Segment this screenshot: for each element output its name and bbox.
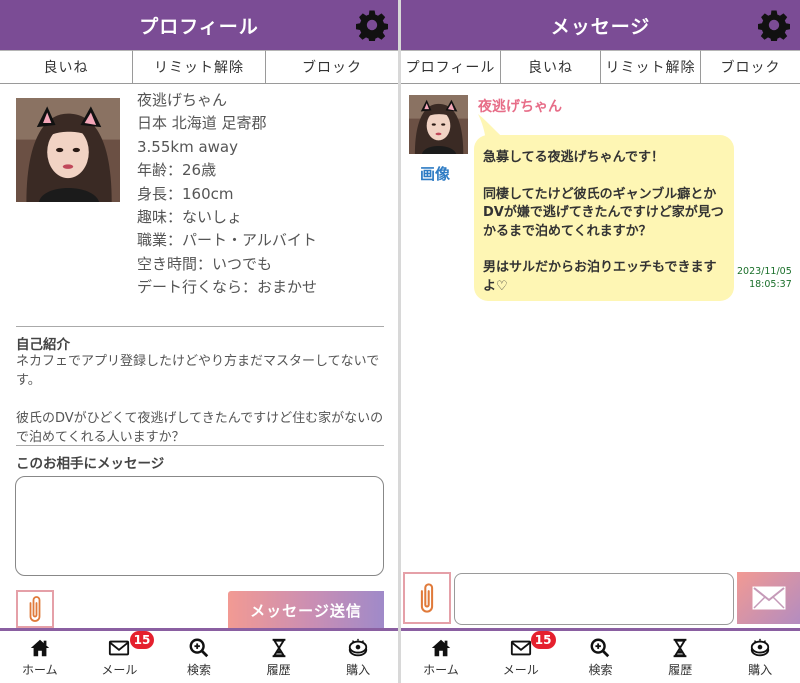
profile-header: プロフィール: [0, 0, 398, 50]
profile-height: 身長：160cm: [137, 184, 234, 203]
intro-label: 自己紹介: [16, 337, 70, 353]
nav-item-mail[interactable]: 15 メール: [80, 631, 160, 683]
hourglass-icon: [673, 638, 687, 658]
send-message-button[interactable]: メッセージ送信: [228, 591, 384, 629]
nav-item-search[interactable]: 検索: [159, 631, 239, 683]
unread-badge: 15: [530, 631, 556, 649]
nav-label: メール: [502, 663, 539, 677]
divider: [16, 445, 384, 446]
avatar-photo: [16, 98, 120, 202]
profile-info: 夜逃げちゃん 日本 北海道 足寄郡 3.55km away 年齢：26歳 身長：…: [137, 89, 317, 300]
nav-label: 購入: [748, 663, 773, 677]
nav-item-purchase[interactable]: 購入: [720, 631, 800, 683]
message-time: 18:05:37: [749, 279, 792, 290]
profile-date-pref: デート行くなら：おまかせ: [137, 278, 318, 297]
tab-block[interactable]: ブロック: [265, 50, 398, 83]
search-icon: [189, 638, 209, 658]
mail-icon: [109, 640, 130, 656]
nav-label: ホーム: [21, 663, 58, 677]
chat-input[interactable]: [454, 573, 734, 625]
message-timestamp: 2023/11/05 18:05:37: [737, 265, 792, 291]
avatar[interactable]: [16, 98, 120, 202]
sender-avatar[interactable]: [409, 95, 468, 154]
page-title: メッセージ: [550, 15, 651, 38]
coin-icon: [750, 638, 770, 657]
send-mail-button[interactable]: [737, 572, 800, 624]
profile-free-time: 空き時間：いつでも: [137, 254, 273, 273]
paperclip-icon: [24, 594, 46, 624]
divider: [16, 326, 384, 327]
nav-label: 検索: [186, 663, 211, 677]
profile-hobby: 趣味：ないしょ: [137, 208, 243, 227]
paperclip-icon: [415, 581, 439, 615]
tab-block[interactable]: ブロック: [700, 50, 800, 83]
intro-text: ネカフェでアプリ登録したけどやり方まだマスターしてないです。 彼氏のDVがひどく…: [16, 354, 384, 445]
gear-icon[interactable]: [356, 9, 388, 41]
nav-item-history[interactable]: 履歴: [239, 631, 319, 683]
profile-age: 年齢：26歳: [137, 161, 217, 180]
nav-label: メール: [101, 663, 138, 677]
envelope-icon: [752, 586, 785, 610]
message-tabs: プロフィール 良いね リミット解除 ブロック: [401, 50, 800, 84]
nav-label: ホーム: [423, 663, 459, 677]
nav-label: 購入: [346, 663, 371, 677]
image-link[interactable]: 画像: [420, 163, 450, 184]
profile-tabs: 良いね リミット解除 ブロック: [0, 50, 398, 84]
message-header: メッセージ: [401, 0, 800, 50]
nav-label: 検索: [588, 663, 613, 677]
tab-profile[interactable]: プロフィール: [401, 50, 500, 83]
hourglass-icon: [272, 638, 285, 658]
profile-distance: 3.55km away: [137, 137, 238, 156]
profile-panel: プロフィール 良いね リミット解除 ブロック 夜逃げちゃん 日本 北海道 足寄郡…: [0, 0, 398, 683]
message-bubble: 急募してる夜逃げちゃんです！ 同棲してたけど彼氏のギャンブル癖とかDVが嫌で逃げ…: [474, 135, 734, 301]
nav-item-home[interactable]: ホーム: [401, 631, 481, 683]
bottom-nav: ホーム 15 メール 検索 履歴 購入: [0, 628, 398, 683]
profile-job: 職業：パート・アルバイト: [137, 231, 317, 250]
tab-limit-release[interactable]: リミット解除: [600, 50, 700, 83]
page-title: プロフィール: [139, 15, 259, 38]
gear-icon[interactable]: [758, 9, 790, 41]
bottom-nav: ホーム 15 メール 検索 履歴 購入: [401, 628, 800, 683]
home-icon: [431, 639, 451, 657]
nav-label: 履歴: [266, 663, 291, 677]
nav-item-search[interactable]: 検索: [561, 631, 641, 683]
message-panel: メッセージ プロフィール 良いね リミット解除 ブロック 画像 夜逃げちゃん 急…: [401, 0, 800, 683]
home-icon: [30, 639, 49, 657]
attach-button[interactable]: [16, 590, 54, 628]
nav-item-mail[interactable]: 15 メール: [481, 631, 561, 683]
nav-item-history[interactable]: 履歴: [640, 631, 720, 683]
unread-badge: 15: [129, 631, 155, 649]
tab-limit-release[interactable]: リミット解除: [132, 50, 265, 83]
avatar-photo: [409, 95, 468, 154]
profile-name: 夜逃げちゃん: [137, 91, 228, 109]
tab-like[interactable]: 良いね: [0, 50, 132, 83]
profile-location: 日本 北海道 足寄郡: [137, 114, 267, 133]
attach-button[interactable]: [403, 572, 451, 624]
message-form-label: このお相手にメッセージ: [16, 456, 165, 472]
nav-item-purchase[interactable]: 購入: [318, 631, 398, 683]
message-date: 2023/11/05: [737, 266, 792, 277]
message-textarea[interactable]: [15, 476, 384, 576]
mail-icon: [510, 640, 531, 656]
tab-like[interactable]: 良いね: [500, 50, 600, 83]
search-icon: [591, 638, 610, 658]
nav-item-home[interactable]: ホーム: [0, 631, 80, 683]
nav-label: 履歴: [668, 663, 693, 677]
coin-icon: [349, 638, 368, 657]
